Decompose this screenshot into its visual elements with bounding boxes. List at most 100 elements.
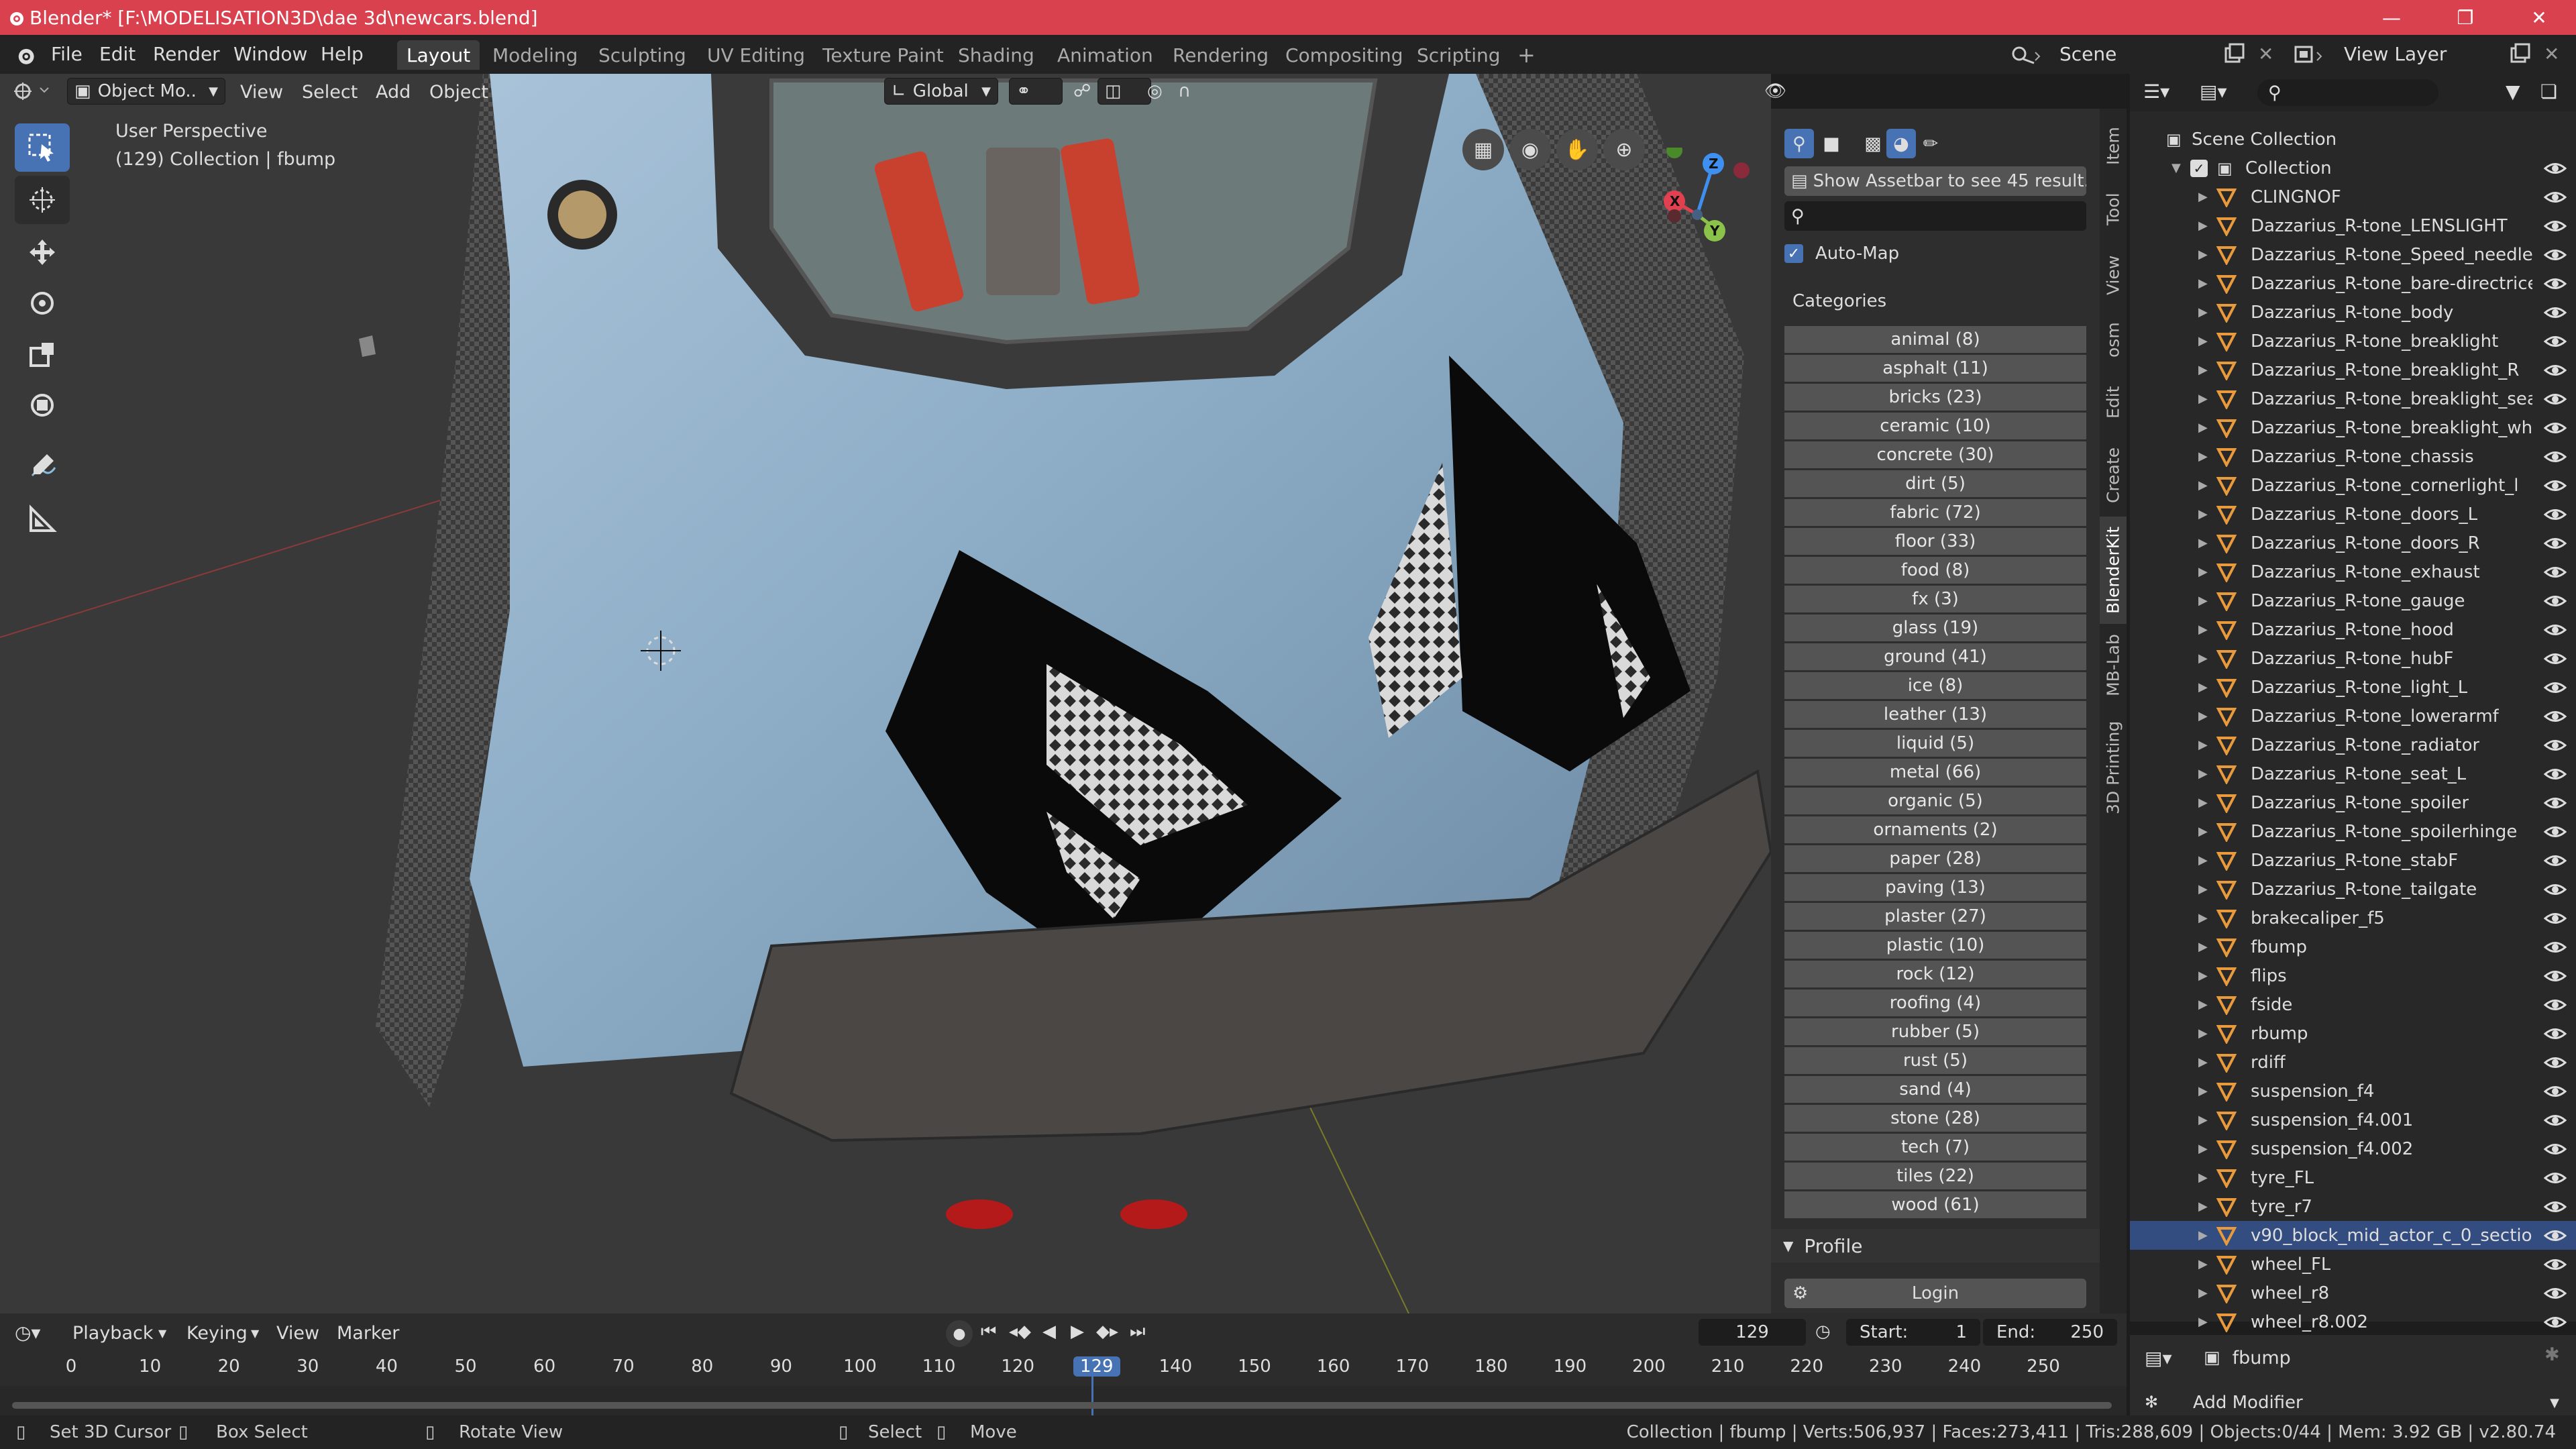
eye-icon[interactable] bbox=[2543, 447, 2567, 467]
outliner-item[interactable]: ▶ Dazzarius_R-tone_breaklight bbox=[2130, 327, 2576, 356]
prev-keyframe-icon[interactable]: ◂◆ bbox=[1009, 1322, 1031, 1342]
search-assets-icon[interactable]: ⚲ bbox=[1784, 129, 1814, 158]
pan-view-icon[interactable]: ✋ bbox=[1556, 129, 1598, 170]
expand-arrow-icon[interactable]: ▶ bbox=[2198, 911, 2208, 925]
eye-toggle[interactable] bbox=[2543, 678, 2567, 698]
clock-icon[interactable]: ◷ bbox=[1815, 1322, 1831, 1342]
expand-arrow-icon[interactable]: ▶ bbox=[2198, 709, 2208, 723]
outliner-item[interactable]: ▶ tyre_FL bbox=[2130, 1163, 2576, 1192]
eye-icon[interactable] bbox=[2543, 995, 2567, 1015]
outliner-item[interactable]: ▶ Dazzarius_R-tone_exhaust bbox=[2130, 557, 2576, 586]
asset-scene-icon[interactable]: ▩ bbox=[1858, 129, 1888, 158]
menu-help[interactable]: Help bbox=[321, 43, 364, 65]
menu-edit[interactable]: Edit bbox=[99, 43, 136, 65]
outliner-item[interactable]: ▶ rdiff bbox=[2130, 1048, 2576, 1077]
eye-icon[interactable] bbox=[2543, 303, 2567, 323]
maximize-button[interactable]: ❐ bbox=[2428, 0, 2502, 35]
eye-toggle[interactable] bbox=[2543, 1081, 2567, 1102]
3d-viewport[interactable]: ▦ ◉ ✋ ⊕ X Z Y User Perspective (129) Col… bbox=[0, 74, 1771, 1313]
start-frame-field[interactable]: Start: 1 bbox=[1846, 1319, 1980, 1346]
outliner-item[interactable]: ▶ flips bbox=[2130, 961, 2576, 990]
eye-toggle[interactable] bbox=[2543, 591, 2567, 611]
expand-arrow-icon[interactable]: ▶ bbox=[2198, 1228, 2208, 1242]
outliner-item[interactable]: ▶ suspension_f4.001 bbox=[2130, 1106, 2576, 1134]
menu-object[interactable]: Object bbox=[429, 82, 488, 103]
category-button[interactable]: ceramic (10) bbox=[1784, 413, 2086, 439]
proportional-edit-button[interactable]: ◎ bbox=[1140, 78, 1170, 105]
eye-toggle[interactable] bbox=[2543, 216, 2567, 236]
eye-toggle[interactable] bbox=[2543, 706, 2567, 727]
eye-icon[interactable] bbox=[2543, 1283, 2567, 1303]
asset-search-input[interactable]: ⚲ bbox=[1784, 201, 2086, 231]
tab-osm[interactable]: osm bbox=[2100, 310, 2127, 370]
tab-compositing[interactable]: Compositing bbox=[1276, 40, 1413, 70]
tab-shading[interactable]: Shading bbox=[949, 40, 1044, 70]
category-button[interactable]: concrete (30) bbox=[1784, 441, 2086, 468]
eye-toggle[interactable] bbox=[2543, 562, 2567, 582]
eye-toggle[interactable] bbox=[2543, 447, 2567, 467]
eye-icon[interactable] bbox=[2543, 966, 2567, 986]
expand-arrow-icon[interactable]: ▶ bbox=[2198, 853, 2208, 867]
eye-toggle[interactable] bbox=[2543, 620, 2567, 640]
display-mode-icon[interactable]: ▤▾ bbox=[2200, 80, 2227, 103]
eye-icon[interactable] bbox=[2543, 360, 2567, 380]
outliner-item[interactable]: ▶ v90_block_mid_actor_c_0_section bbox=[2130, 1221, 2576, 1250]
eye-icon[interactable] bbox=[2543, 187, 2567, 207]
category-button[interactable]: rubber (5) bbox=[1784, 1018, 2086, 1045]
category-button[interactable]: sand (4) bbox=[1784, 1076, 2086, 1103]
expand-arrow-icon[interactable]: ▶ bbox=[2198, 651, 2208, 665]
transform-tool[interactable] bbox=[15, 381, 70, 429]
eye-icon[interactable] bbox=[2543, 649, 2567, 669]
tab-item[interactable]: Item bbox=[2100, 115, 2127, 177]
asset-material-icon[interactable]: ◕ bbox=[1886, 129, 1916, 158]
expand-arrow-icon[interactable]: ▶ bbox=[2198, 421, 2208, 435]
expand-arrow-icon[interactable]: ▶ bbox=[2198, 276, 2208, 290]
filter-icon[interactable]: ▼ bbox=[2506, 80, 2520, 103]
eye-toggle[interactable] bbox=[2543, 476, 2567, 496]
menu-marker[interactable]: Marker bbox=[337, 1323, 399, 1344]
expand-arrow-icon[interactable]: ▶ bbox=[2198, 882, 2208, 896]
timeline-scrollbar[interactable] bbox=[12, 1402, 2112, 1409]
outliner-item[interactable]: ▶ wheel_r8 bbox=[2130, 1279, 2576, 1307]
expand-arrow-icon[interactable]: ▶ bbox=[2198, 478, 2208, 492]
expand-arrow-icon[interactable]: ▶ bbox=[2198, 536, 2208, 550]
record-icon[interactable]: ● bbox=[946, 1320, 973, 1347]
expand-arrow-icon[interactable]: ▶ bbox=[2198, 767, 2208, 781]
eye-toggle[interactable] bbox=[2543, 1139, 2567, 1159]
menu-render[interactable]: Render bbox=[153, 43, 220, 65]
expand-arrow-icon[interactable]: ▶ bbox=[2198, 1084, 2208, 1098]
eye-toggle[interactable] bbox=[2543, 303, 2567, 323]
category-button[interactable]: plaster (27) bbox=[1784, 903, 2086, 930]
expand-arrow-icon[interactable]: ▶ bbox=[2198, 1142, 2208, 1156]
eye-icon[interactable] bbox=[2543, 1139, 2567, 1159]
login-button[interactable]: ⚙ Login bbox=[1784, 1279, 2086, 1308]
category-button[interactable]: leather (13) bbox=[1784, 701, 2086, 728]
expand-arrow-icon[interactable]: ▶ bbox=[2198, 1315, 2208, 1329]
pivot-point-button[interactable]: ⚭ bbox=[1009, 78, 1063, 105]
expand-arrow-icon[interactable]: ▶ bbox=[2198, 1113, 2208, 1127]
category-button[interactable]: paper (28) bbox=[1784, 845, 2086, 872]
eye-toggle[interactable] bbox=[2543, 1254, 2567, 1275]
wrench-tab-icon[interactable]: ✻ bbox=[2145, 1393, 2158, 1411]
frame-ruler[interactable]: 0 10 20 30 40 50 60 70 80 90 100 110 120 129 140 150 160… bbox=[0, 1351, 2127, 1386]
menu-timeline-view[interactable]: View bbox=[276, 1323, 319, 1344]
eye-toggle[interactable] bbox=[2543, 735, 2567, 755]
eye-toggle[interactable] bbox=[2543, 331, 2567, 352]
outliner-item[interactable]: ▶ rbump bbox=[2130, 1019, 2576, 1048]
tab-layout[interactable]: Layout bbox=[397, 40, 480, 70]
outliner-item[interactable]: ▶ Dazzarius_R-tone_light_L bbox=[2130, 673, 2576, 702]
eye-icon[interactable] bbox=[2543, 562, 2567, 582]
outliner-item[interactable]: ▶ Dazzarius_R-tone_body bbox=[2130, 298, 2576, 327]
outliner-item[interactable]: ▶ Dazzarius_R-tone_LENSLIGHT bbox=[2130, 211, 2576, 240]
eye-toggle[interactable] bbox=[2543, 533, 2567, 553]
tab-animation[interactable]: Animation bbox=[1048, 40, 1163, 70]
category-button[interactable]: tech (7) bbox=[1784, 1134, 2086, 1161]
outliner-item[interactable]: ▶ wheel_r8.002 bbox=[2130, 1307, 2576, 1336]
add-workspace-icon[interactable]: + bbox=[1508, 40, 1545, 70]
expand-arrow-icon[interactable]: ▶ bbox=[2198, 507, 2208, 521]
rotate-tool[interactable] bbox=[15, 279, 70, 327]
expand-arrow-icon[interactable]: ▶ bbox=[2198, 449, 2208, 464]
eye-toggle[interactable] bbox=[2543, 822, 2567, 842]
eye-icon[interactable] bbox=[2543, 504, 2567, 525]
new-view-layer-icon[interactable] bbox=[2509, 43, 2532, 66]
